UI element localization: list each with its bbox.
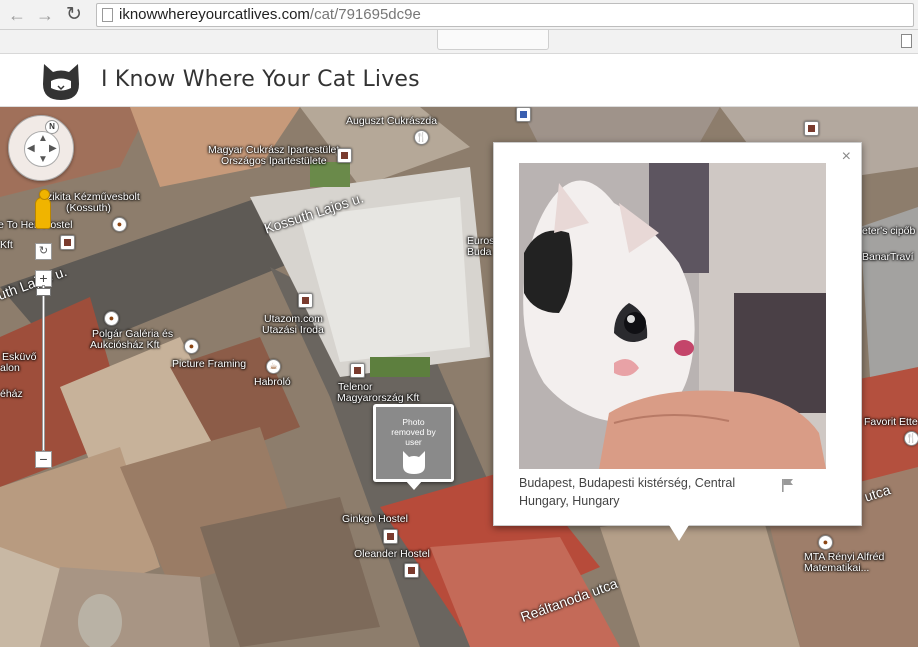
poi-marker-icon[interactable]: [337, 148, 352, 163]
url-path: /cat/791695dc9e: [309, 6, 421, 23]
kitten-image: [519, 163, 826, 469]
reload-icon[interactable]: ↻: [63, 4, 85, 26]
back-arrow-icon[interactable]: ←: [6, 4, 28, 26]
place-label[interactable]: alon: [0, 363, 20, 374]
place-label[interactable]: Magyarország Kft: [337, 393, 419, 404]
hotel-icon[interactable]: [404, 563, 419, 578]
place-label[interactable]: Aukciósház Kft: [90, 340, 159, 351]
cafe-icon[interactable]: ☕: [266, 359, 281, 374]
location-text: Budapest, Budapesti kistérség, Central H…: [519, 476, 736, 508]
cat-info-window: × Budapest, Budapesti kistérség, Central…: [493, 142, 862, 526]
forward-arrow-icon[interactable]: →: [34, 4, 56, 26]
place-label[interactable]: Picture Framing: [172, 359, 246, 370]
zoom-slider-track[interactable]: [42, 285, 45, 451]
place-label[interactable]: Auguszt Cukrászda: [346, 116, 437, 127]
restaurant-icon[interactable]: 🍴: [904, 431, 918, 446]
pan-left-icon[interactable]: ◀: [27, 143, 35, 154]
page-icon: [102, 8, 113, 22]
place-label[interactable]: BanarTraví: [862, 252, 914, 263]
marker-pointer: [405, 480, 423, 490]
cat-head-icon[interactable]: [40, 62, 82, 102]
place-label[interactable]: Országos Ipartestülete: [221, 156, 327, 167]
place-label[interactable]: Habroló: [254, 377, 291, 388]
place-label[interactable]: (Kossuth): [66, 203, 111, 214]
pan-up-icon[interactable]: ▲: [38, 133, 48, 144]
photo-removed-text: Photo removed by user: [391, 417, 436, 447]
address-bar[interactable]: iknowwhereyourcatlives.com/cat/791695dc9…: [96, 3, 914, 27]
site-header: I Know Where Your Cat Lives: [0, 55, 918, 107]
shopping-icon[interactable]: ●: [112, 217, 127, 232]
gallery-icon[interactable]: ●: [104, 311, 119, 326]
rotate-icon[interactable]: ↻: [35, 243, 52, 260]
street-view-pegman-icon[interactable]: [35, 189, 51, 229]
place-label[interactable]: Utazási Iroda: [262, 325, 324, 336]
place-label[interactable]: Oleander Hostel: [354, 549, 430, 560]
zoom-slider-thumb[interactable]: [36, 288, 51, 296]
close-icon[interactable]: ×: [842, 149, 851, 165]
poi-marker-icon[interactable]: [804, 121, 819, 136]
place-label[interactable]: éház: [0, 389, 23, 400]
other-bookmarks-icon[interactable]: [901, 34, 912, 48]
pan-control[interactable]: N ▲ ▼ ◀ ▶: [8, 115, 74, 181]
place-label[interactable]: Matematikai...: [804, 563, 869, 574]
place-label[interactable]: Kft: [0, 240, 13, 251]
bookmark-folder[interactable]: [437, 30, 549, 50]
url-domain: iknowwhereyourcatlives.com: [119, 6, 310, 23]
info-window-pointer: [669, 525, 689, 541]
pan-down-icon[interactable]: ▼: [38, 154, 48, 165]
cat-location-marker[interactable]: Photo removed by user: [373, 404, 454, 490]
place-label[interactable]: Favorit Ette: [864, 417, 918, 428]
poi-marker-icon[interactable]: [298, 293, 313, 308]
transit-icon[interactable]: [516, 107, 531, 122]
browser-toolbar: ← → ↻ iknowwhereyourcatlives.com/cat/791…: [0, 0, 918, 30]
school-icon[interactable]: ●: [818, 535, 833, 550]
flag-icon[interactable]: [781, 478, 795, 492]
poi-marker-icon[interactable]: [350, 363, 365, 378]
cat-photo[interactable]: [519, 163, 826, 469]
pan-right-icon[interactable]: ▶: [49, 143, 57, 154]
page-title: I Know Where Your Cat Lives: [101, 67, 420, 92]
place-label[interactable]: Ginkgo Hostel: [342, 514, 408, 525]
zoom-out-button[interactable]: −: [35, 451, 52, 468]
shopping-icon[interactable]: ●: [184, 339, 199, 354]
pan-center[interactable]: ▲ ▼ ◀ ▶: [24, 131, 60, 167]
cat-silhouette-icon: [403, 451, 425, 474]
bookmarks-bar: [0, 30, 918, 54]
restaurant-icon[interactable]: 🍴: [414, 130, 429, 145]
hotel-icon[interactable]: [383, 529, 398, 544]
hotel-icon[interactable]: [60, 235, 75, 250]
photo-removed-thumbnail: Photo removed by user: [376, 407, 451, 479]
place-label[interactable]: eter's cipőb: [862, 226, 915, 237]
place-label[interactable]: Buda: [467, 247, 492, 258]
